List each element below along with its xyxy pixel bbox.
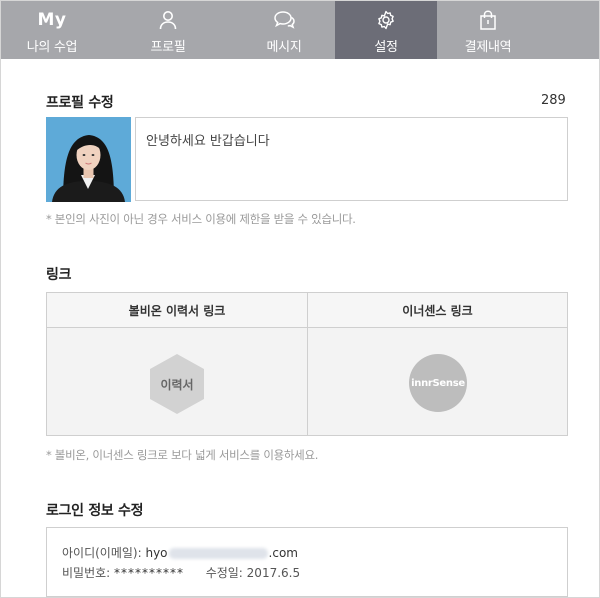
innersense-link-header: 이너센스 링크 bbox=[308, 293, 567, 328]
login-edit-title: 로그인 정보 수정 bbox=[46, 503, 144, 519]
links-note: * 볼비온, 이너센스 링크로 보다 넓게 서비스를 이용하세요. bbox=[46, 448, 319, 462]
tab-label: 나의 수업 bbox=[26, 40, 78, 55]
chat-icon bbox=[233, 10, 335, 30]
innersense-link-button[interactable]: innrSense bbox=[409, 354, 467, 412]
modified-date: 2017.6.5 bbox=[246, 566, 301, 580]
links-table: 볼비온 이력서 링크 이너센스 링크 이력서 innrSense bbox=[46, 292, 568, 436]
resume-badge-label: 이력서 bbox=[160, 378, 194, 392]
tab-payments[interactable]: 결제내역 bbox=[437, 1, 539, 59]
tab-label: 설정 bbox=[374, 40, 398, 55]
gear-icon bbox=[335, 10, 437, 30]
tab-profile[interactable]: 프로필 bbox=[103, 1, 233, 59]
email-row: 아이디(이메일): hyo .com bbox=[62, 544, 298, 561]
top-tab-bar: My 나의 수업 프로필 메시지 설정 결제내역 bbox=[1, 1, 599, 59]
tab-label: 결제내역 bbox=[464, 40, 512, 55]
tab-settings[interactable]: 설정 bbox=[335, 1, 437, 59]
email-redacted-blur bbox=[168, 548, 268, 559]
tab-messages[interactable]: 메시지 bbox=[233, 1, 335, 59]
email-suffix: .com bbox=[268, 546, 298, 560]
login-info-box: 아이디(이메일): hyo .com 비밀번호: ********** 수정일: … bbox=[46, 527, 568, 597]
tab-my-class[interactable]: My 나의 수업 bbox=[1, 1, 103, 59]
email-label: 아이디(이메일): bbox=[62, 546, 146, 560]
resume-link-cell: 이력서 bbox=[47, 328, 307, 435]
password-value: ********** bbox=[114, 566, 185, 580]
char-count: 289 bbox=[541, 93, 566, 108]
profile-photo[interactable] bbox=[46, 117, 131, 202]
profile-edit-title: 프로필 수정 bbox=[46, 95, 114, 111]
photo-note: * 본인의 사진이 아닌 경우 서비스 이용에 제한을 받을 수 있습니다. bbox=[46, 212, 356, 226]
tab-label: 메시지 bbox=[266, 40, 302, 55]
shopping-bag-icon bbox=[437, 10, 539, 30]
email-prefix: hyo bbox=[145, 546, 168, 560]
tab-label: 프로필 bbox=[150, 40, 186, 55]
modified-label: 수정일: bbox=[205, 566, 247, 580]
innersense-link-cell: innrSense bbox=[308, 328, 567, 435]
resume-link-header: 볼비온 이력서 링크 bbox=[47, 293, 307, 328]
my-logo-text: My bbox=[37, 10, 67, 30]
password-row: 비밀번호: ********** 수정일: 2017.6.5 bbox=[62, 564, 300, 581]
links-title: 링크 bbox=[46, 267, 72, 283]
innersense-logo-text: innrSense bbox=[411, 377, 465, 389]
person-icon bbox=[103, 10, 233, 30]
intro-textarea[interactable]: 안녕하세요 반갑습니다 bbox=[135, 117, 568, 201]
resume-link-button[interactable]: 이력서 bbox=[149, 353, 205, 415]
password-label: 비밀번호: bbox=[62, 566, 115, 580]
